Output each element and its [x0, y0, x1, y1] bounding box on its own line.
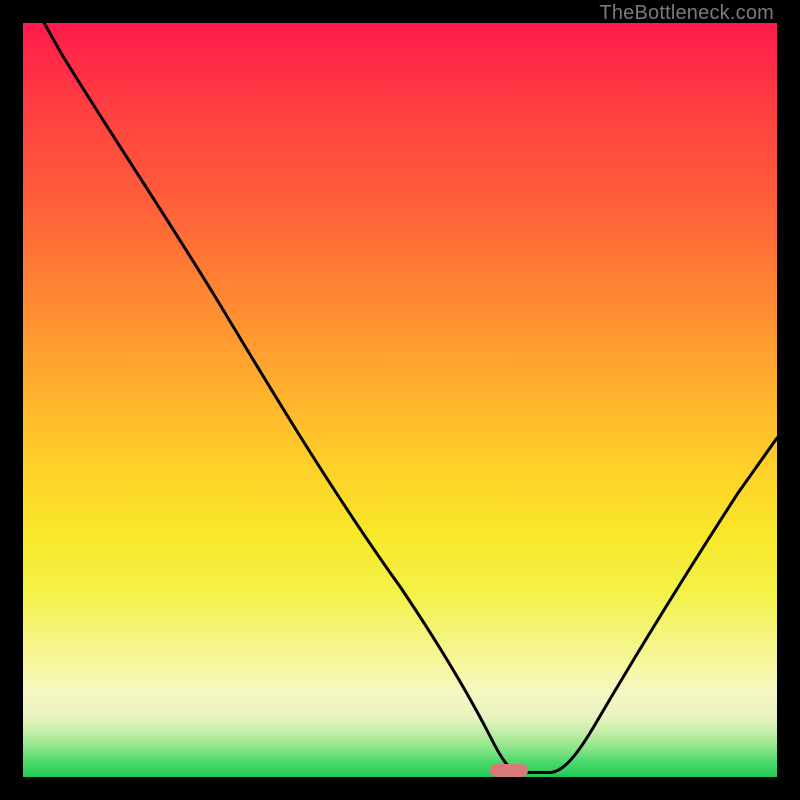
highlight-marker [490, 764, 528, 777]
chart-frame: TheBottleneck.com [0, 0, 800, 800]
bottleneck-curve [23, 23, 777, 777]
bottleneck-curve-path [23, 23, 777, 773]
attribution-label: TheBottleneck.com [599, 2, 774, 25]
